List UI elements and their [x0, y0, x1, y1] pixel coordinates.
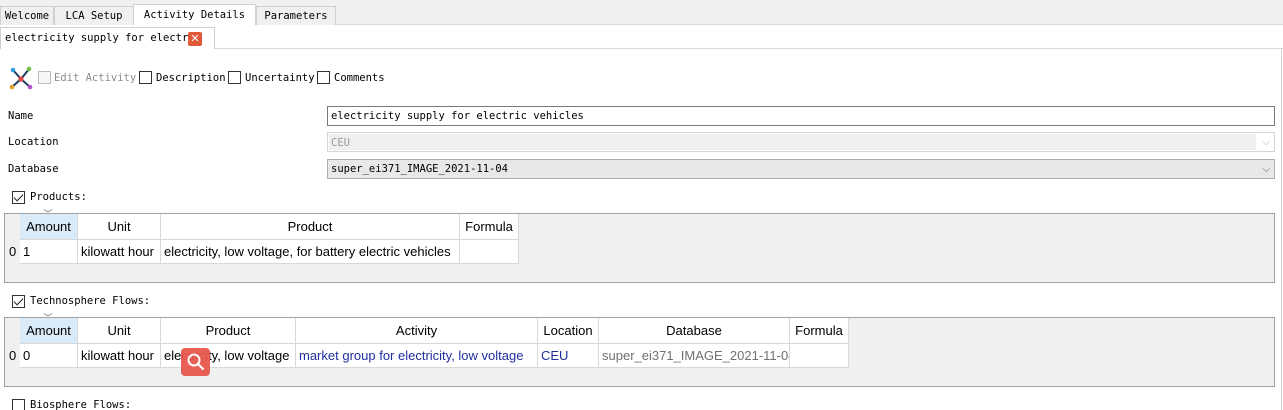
sort-caret-icon: ﹀	[43, 314, 53, 324]
main-tab-bar: Welcome LCA Setup Activity Details Param…	[0, 0, 1283, 26]
row-index[interactable]: 0	[5, 240, 20, 264]
products-header-formula[interactable]: Formula	[460, 214, 519, 240]
products-section-label: Products:	[30, 191, 87, 203]
edit-activity-checkbox[interactable]	[38, 71, 51, 84]
database-value: super_ei371_IMAGE_2021-11-04	[331, 163, 509, 175]
technosphere-section-label: Technosphere Flows:	[30, 295, 151, 307]
products-cell-amount[interactable]: 1	[20, 240, 78, 264]
technosphere-checkbox[interactable]	[12, 295, 25, 308]
products-cell-unit[interactable]: kilowatt hour	[78, 240, 161, 264]
products-cell-formula[interactable]	[460, 240, 519, 264]
tab-lca-setup[interactable]: LCA Setup	[54, 6, 134, 25]
uncertainty-checkbox[interactable]	[228, 71, 241, 84]
products-table: ﹀ Amount Unit Product Formula 0 1 kilowa…	[4, 210, 1275, 283]
activity-tab[interactable]: electricity supply for electri ✕	[0, 27, 215, 49]
techno-header-database[interactable]: Database	[599, 318, 790, 344]
name-input[interactable]: electricity supply for electric vehicles	[327, 106, 1275, 126]
tab-activity-details[interactable]: Activity Details	[133, 4, 256, 26]
uncertainty-label: Uncertainty	[245, 72, 315, 84]
techno-cell-unit[interactable]: kilowatt hour	[78, 344, 161, 368]
close-icon[interactable]: ✕	[188, 32, 202, 46]
chevron-down-icon: ⌵	[1262, 164, 1270, 175]
products-header-amount[interactable]: ﹀ Amount	[20, 210, 78, 240]
techno-cell-database[interactable]: super_ei371_IMAGE_2021-11-04	[599, 344, 790, 368]
database-select[interactable]: super_ei371_IMAGE_2021-11-04 ⌵	[327, 159, 1275, 179]
techno-header-activity[interactable]: Activity	[296, 318, 538, 344]
search-overlay-button[interactable]	[181, 348, 210, 376]
row-index[interactable]: 0	[5, 344, 20, 368]
table-corner	[5, 318, 20, 344]
name-label: Name	[8, 110, 34, 122]
edit-activity-label: Edit Activity	[54, 72, 137, 84]
location-value: CEU	[331, 137, 350, 149]
techno-cell-amount[interactable]: 0	[20, 344, 78, 368]
techno-header-product[interactable]: Product	[161, 318, 296, 344]
comments-label: Comments	[334, 72, 385, 84]
panel-border	[1281, 49, 1282, 410]
techno-cell-location[interactable]: CEU	[538, 344, 599, 368]
products-cell-product[interactable]: electricity, low voltage, for battery el…	[161, 240, 460, 264]
activity-tab-label: electricity supply for electri	[5, 32, 195, 44]
location-label: Location	[8, 136, 59, 148]
biosphere-section-label: Biosphere Flows:	[30, 399, 132, 410]
products-checkbox[interactable]	[12, 191, 25, 204]
tab-parameters[interactable]: Parameters	[256, 6, 336, 25]
techno-cell-activity[interactable]: market group for electricity, low voltag…	[296, 344, 538, 368]
products-header-unit[interactable]: Unit	[78, 214, 161, 240]
techno-cell-formula[interactable]	[790, 344, 849, 368]
techno-header-formula[interactable]: Formula	[790, 318, 849, 344]
techno-header-amount[interactable]: ﹀ Amount	[20, 314, 78, 344]
chevron-down-icon: ⌵	[1262, 137, 1270, 148]
database-label: Database	[8, 163, 59, 175]
table-corner	[5, 214, 20, 240]
location-select[interactable]: CEU ⌵	[327, 132, 1275, 152]
description-label: Description	[156, 72, 226, 84]
techno-header-unit[interactable]: Unit	[78, 318, 161, 344]
comments-checkbox[interactable]	[317, 71, 330, 84]
description-checkbox[interactable]	[139, 71, 152, 84]
sort-caret-icon: ﹀	[43, 210, 53, 220]
biosphere-checkbox[interactable]	[12, 399, 25, 410]
products-header-product[interactable]: Product	[161, 214, 460, 240]
graph-network-icon[interactable]	[9, 66, 33, 90]
tab-welcome[interactable]: Welcome	[0, 6, 54, 25]
activity-tab-bar: electricity supply for electri ✕	[0, 25, 1283, 49]
techno-header-location[interactable]: Location	[538, 318, 599, 344]
